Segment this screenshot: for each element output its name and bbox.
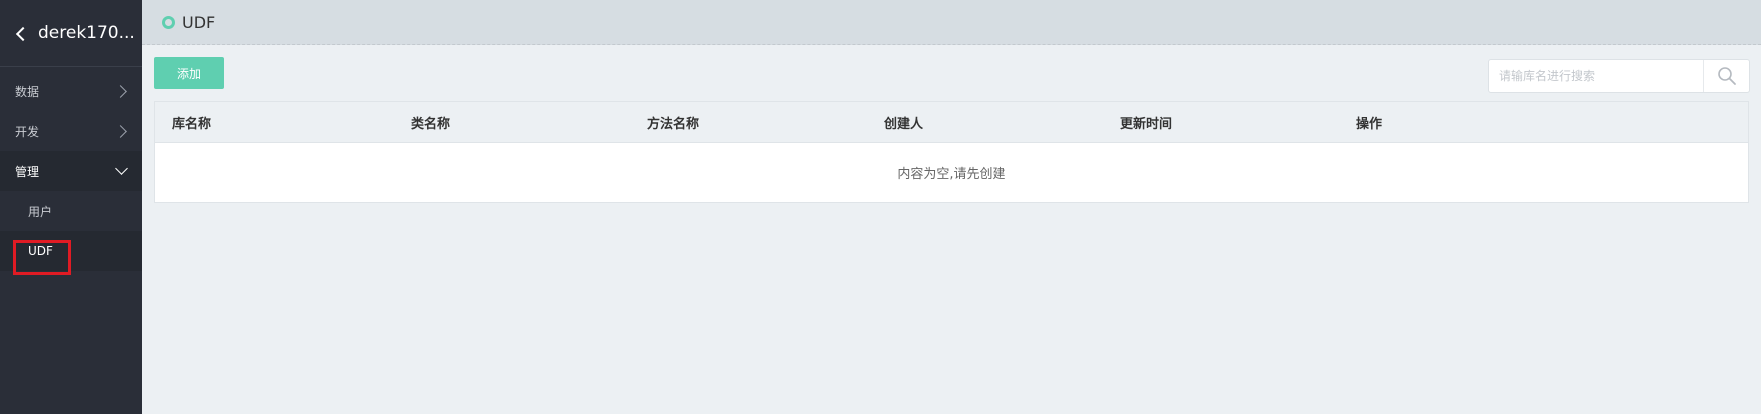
udf-table: 库名称 类名称 方法名称 创建人 更新时间 操作 内容为空,请先创建 [154,101,1749,203]
sidebar-item-develop[interactable]: 开发 [0,111,142,151]
sidebar-item-label: 开发 [15,124,40,139]
column-header-actions: 操作 [1356,116,1383,132]
project-header[interactable]: derek170... [0,0,142,67]
sidebar-item-data[interactable]: 数据 [0,71,142,111]
column-header-creator: 创建人 [884,116,924,132]
chevron-right-icon [114,124,127,138]
page-header: UDF [142,0,1761,45]
search-icon [1717,67,1736,85]
project-name: derek170... [38,23,135,43]
empty-message: 内容为空,请先创建 [897,167,1006,182]
column-header-class: 类名称 [411,116,451,132]
chevron-down-icon [115,162,128,175]
column-header-library: 库名称 [172,116,212,132]
sidebar: derek170... 数据 开发 管理 用户 UDF [0,0,142,414]
sidebar-item-manage[interactable]: 管理 [0,151,142,191]
page-title: UDF [182,12,216,32]
table-header: 库名称 类名称 方法名称 创建人 更新时间 操作 [155,102,1748,143]
sidebar-item-label: 数据 [15,84,40,99]
main-content: 添加 库名称 类名称 方法名称 创建人 更新时间 操作 内容为空,请先创建 [142,45,1761,414]
search-box [1488,59,1750,93]
status-dot-icon [162,15,175,29]
sidebar-subitem-label: 用户 [28,204,53,219]
chevron-right-icon [114,84,127,98]
highlight-box [13,240,71,275]
sidebar-subitem-users[interactable]: 用户 [0,191,142,231]
sidebar-item-label: 管理 [15,164,40,179]
column-header-updated: 更新时间 [1120,116,1173,132]
sidebar-subitem-udf[interactable]: UDF [0,231,142,275]
table-empty-state: 内容为空,请先创建 [155,143,1748,202]
search-input[interactable] [1489,60,1703,92]
back-arrow-icon[interactable] [15,26,31,41]
add-button[interactable]: 添加 [154,57,224,89]
search-button[interactable] [1703,60,1749,92]
column-header-method: 方法名称 [647,116,700,132]
